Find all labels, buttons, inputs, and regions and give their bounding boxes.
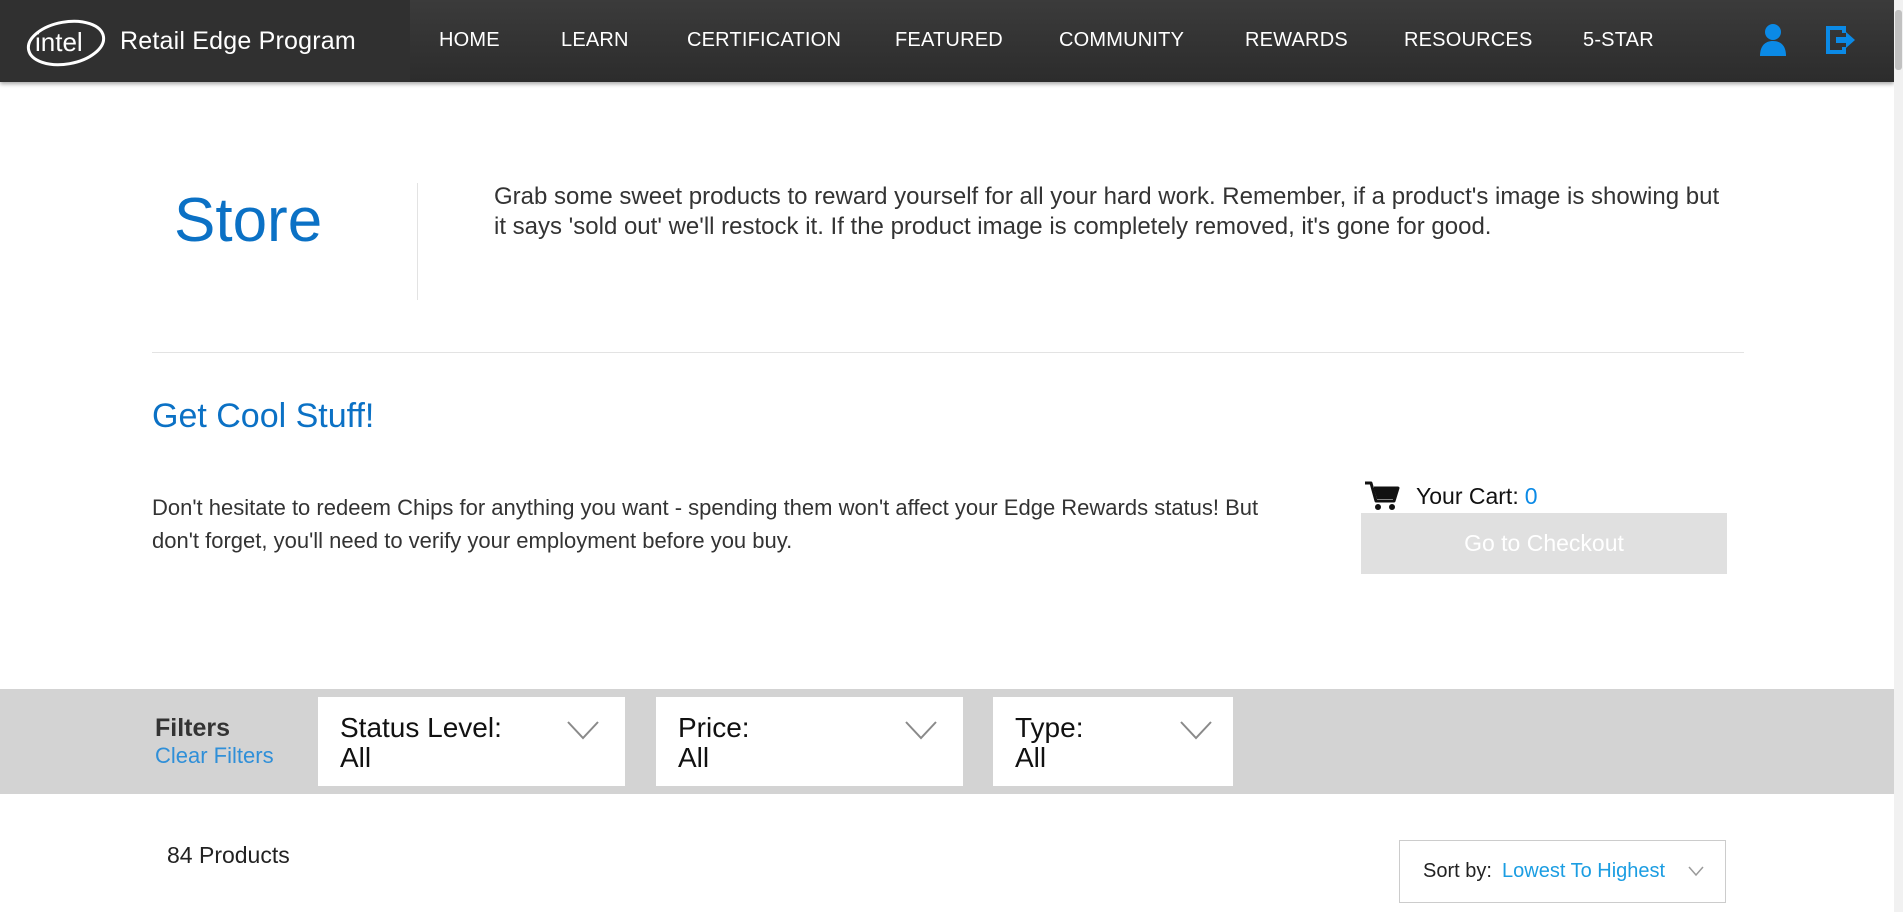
chevron-down-icon [1180,721,1212,740]
user-icon[interactable] [1755,22,1791,58]
promo-heading: Get Cool Stuff! [152,397,375,435]
promo-description: Don't hesitate to redeem Chips for anyth… [152,495,1259,553]
cart-summary[interactable]: Your Cart: 0 [1364,478,1538,514]
filter-value: All [1015,742,1047,773]
vertical-scrollbar[interactable] [1894,0,1903,912]
nav-rewards[interactable]: REWARDS [1245,0,1348,80]
intel-logo: intel [26,19,106,67]
brand-block[interactable]: intel Retail Edge Program [0,0,410,82]
filter-value: All [340,742,372,773]
nav-certification[interactable]: CERTIFICATION [687,0,841,80]
sort-label: Sort by: [1423,860,1492,882]
nav-resources[interactable]: RESOURCES [1404,0,1533,80]
price-filter[interactable]: Price: All [656,697,963,786]
cart-count: 0 [1524,482,1538,509]
filter-label: Price: [678,712,750,743]
chevron-down-icon [1688,866,1704,877]
chevron-down-icon [567,721,599,740]
filter-label: Status Level: [340,712,502,743]
filters-heading: Filters [155,714,231,742]
nav-home[interactable]: HOME [439,0,500,80]
page-title: Store [174,186,323,255]
type-filter[interactable]: Type: All [993,697,1233,786]
nav-community[interactable]: COMMUNITY [1059,0,1184,80]
section-divider [152,352,1744,353]
sign-out-icon[interactable] [1822,22,1858,58]
sort-dropdown[interactable]: Sort by: Lowest To Highest [1399,840,1726,903]
nav-featured[interactable]: FEATURED [895,0,1003,80]
title-divider [417,183,418,300]
clear-filters-link[interactable]: Clear Filters [155,743,274,769]
store-description: Grab some sweet products to reward yours… [494,183,1720,240]
chevron-down-icon [905,721,937,740]
nav-learn[interactable]: LEARN [561,0,629,80]
nav-5-star[interactable]: 5-STAR [1583,0,1654,80]
shopping-cart-icon [1365,481,1400,510]
top-navigation-bar: intel Retail Edge Program HOME LEARN CER… [0,0,1894,82]
filter-value: All [678,742,710,773]
filter-label: Type: [1015,712,1084,743]
scrollbar-thumb[interactable] [1895,10,1902,70]
intel-logo-text: intel [35,27,83,57]
sort-value: Lowest To Highest [1502,860,1666,882]
status-level-filter[interactable]: Status Level: All [318,697,625,786]
brand-name: Retail Edge Program [120,26,356,55]
checkout-button[interactable]: Go to Checkout [1361,513,1727,574]
product-count: 84 Products [167,842,290,868]
cart-label: Your Cart: [1416,482,1519,509]
filters-bar: Filters Clear Filters Status Level: All … [0,689,1894,794]
